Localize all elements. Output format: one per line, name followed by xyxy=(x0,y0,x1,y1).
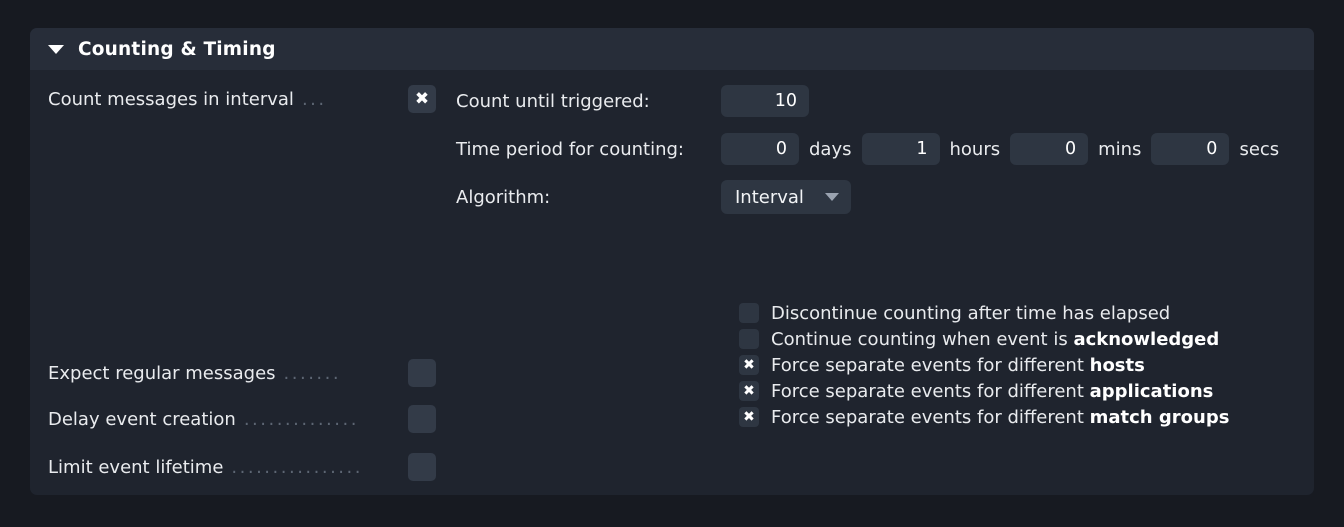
count-until-triggered-row: Count until triggered: xyxy=(456,84,809,118)
count-until-triggered-label: Count until triggered: xyxy=(456,90,650,112)
toggle-expect-regular-messages[interactable] xyxy=(408,359,436,387)
page-title: Counting & Timing xyxy=(78,38,276,60)
time-days-input[interactable] xyxy=(721,133,799,165)
checkbox-label: Discontinue counting after time has elap… xyxy=(771,303,1170,324)
leader-dots: ... xyxy=(301,88,327,110)
checkbox-label-text: Discontinue counting after time has elap… xyxy=(771,302,1171,324)
checkbox-label: Force separate events for different host… xyxy=(771,355,1145,376)
checkbox-label-text: Force separate events for different xyxy=(771,354,1090,376)
toggle-delay-event-creation[interactable] xyxy=(408,405,436,433)
option-label: Delay event creation xyxy=(48,408,236,430)
counting-and-timing-panel: Counting & Timing Count messages in inte… xyxy=(30,28,1314,495)
count-until-triggered-input[interactable] xyxy=(721,85,809,117)
option-delay-event-creation[interactable]: Delay event creation .............. xyxy=(48,404,438,434)
check-mark-icon: ✖ xyxy=(743,409,755,425)
checkbox-label-text: Continue counting when event is xyxy=(771,328,1074,350)
time-period-label: Time period for counting: xyxy=(456,138,684,160)
checkbox-label-text: Force separate events for different xyxy=(771,406,1090,428)
leader-dots: .............. xyxy=(243,408,359,430)
algorithm-selected-value: Interval xyxy=(735,186,804,208)
checkbox-box[interactable]: ✖ xyxy=(739,355,759,375)
checkbox-label-emphasis: acknowledged xyxy=(1073,328,1220,350)
checkbox-box[interactable] xyxy=(739,303,759,323)
checkbox-label-emphasis: hosts xyxy=(1089,354,1145,376)
algorithm-select[interactable]: Interval xyxy=(721,180,851,214)
algorithm-row: Algorithm: Interval xyxy=(456,180,851,214)
checkbox-label-emphasis: match groups xyxy=(1089,406,1230,428)
checkbox-discontinue-counting-after-time-elapsed[interactable]: Discontinue counting after time has elap… xyxy=(739,300,1229,326)
time-secs-input[interactable] xyxy=(1151,133,1230,165)
triangle-down-icon[interactable] xyxy=(48,44,64,54)
algorithm-label: Algorithm: xyxy=(456,186,551,208)
checkbox-force-separate-events-hosts[interactable]: ✖ Force separate events for different ho… xyxy=(739,352,1229,378)
counting-options-checklist: Discontinue counting after time has elap… xyxy=(739,300,1229,430)
leader-dots: ....... xyxy=(283,362,342,384)
option-label: Limit event lifetime xyxy=(48,456,224,478)
panel-header[interactable]: Counting & Timing xyxy=(30,28,1314,70)
checkbox-label: Force separate events for different appl… xyxy=(771,381,1213,402)
mins-unit-label: mins xyxy=(1098,138,1142,160)
checkbox-box[interactable]: ✖ xyxy=(739,407,759,427)
option-limit-event-lifetime[interactable]: Limit event lifetime ................ xyxy=(48,452,438,482)
check-mark-icon: ✖ xyxy=(743,357,755,373)
time-mins-input[interactable] xyxy=(1010,133,1089,165)
panel-body: Count messages in interval ... ✖ Expect … xyxy=(30,70,1314,495)
hours-unit-label: hours xyxy=(949,138,1001,160)
option-label: Count messages in interval xyxy=(48,88,294,110)
option-label: Expect regular messages xyxy=(48,362,276,384)
chevron-down-icon xyxy=(825,193,839,201)
option-count-messages-in-interval[interactable]: Count messages in interval ... ✖ xyxy=(48,84,438,114)
checkbox-continue-counting-when-acknowledged[interactable]: Continue counting when event is acknowle… xyxy=(739,326,1229,352)
checkbox-label: Force separate events for different matc… xyxy=(771,407,1229,428)
checkbox-label: Continue counting when event is acknowle… xyxy=(771,329,1219,350)
check-mark-icon: ✖ xyxy=(414,88,430,109)
checkbox-label-text: Force separate events for different xyxy=(771,380,1090,402)
checkbox-box[interactable] xyxy=(739,329,759,349)
time-hours-input[interactable] xyxy=(861,133,940,165)
checkbox-force-separate-events-match-groups[interactable]: ✖ Force separate events for different ma… xyxy=(739,404,1229,430)
option-expect-regular-messages[interactable]: Expect regular messages ....... xyxy=(48,358,438,388)
check-mark-icon: ✖ xyxy=(743,383,755,399)
secs-unit-label: secs xyxy=(1239,138,1280,160)
time-period-row: Time period for counting: days hours min… xyxy=(456,132,1289,166)
days-unit-label: days xyxy=(809,138,852,160)
leader-dots: ................ xyxy=(231,456,363,478)
checkbox-label-emphasis: applications xyxy=(1089,380,1214,402)
toggle-count-messages-in-interval[interactable]: ✖ xyxy=(408,85,436,113)
checkbox-force-separate-events-applications[interactable]: ✖ Force separate events for different ap… xyxy=(739,378,1229,404)
toggle-limit-event-lifetime[interactable] xyxy=(408,453,436,481)
checkbox-box[interactable]: ✖ xyxy=(739,381,759,401)
